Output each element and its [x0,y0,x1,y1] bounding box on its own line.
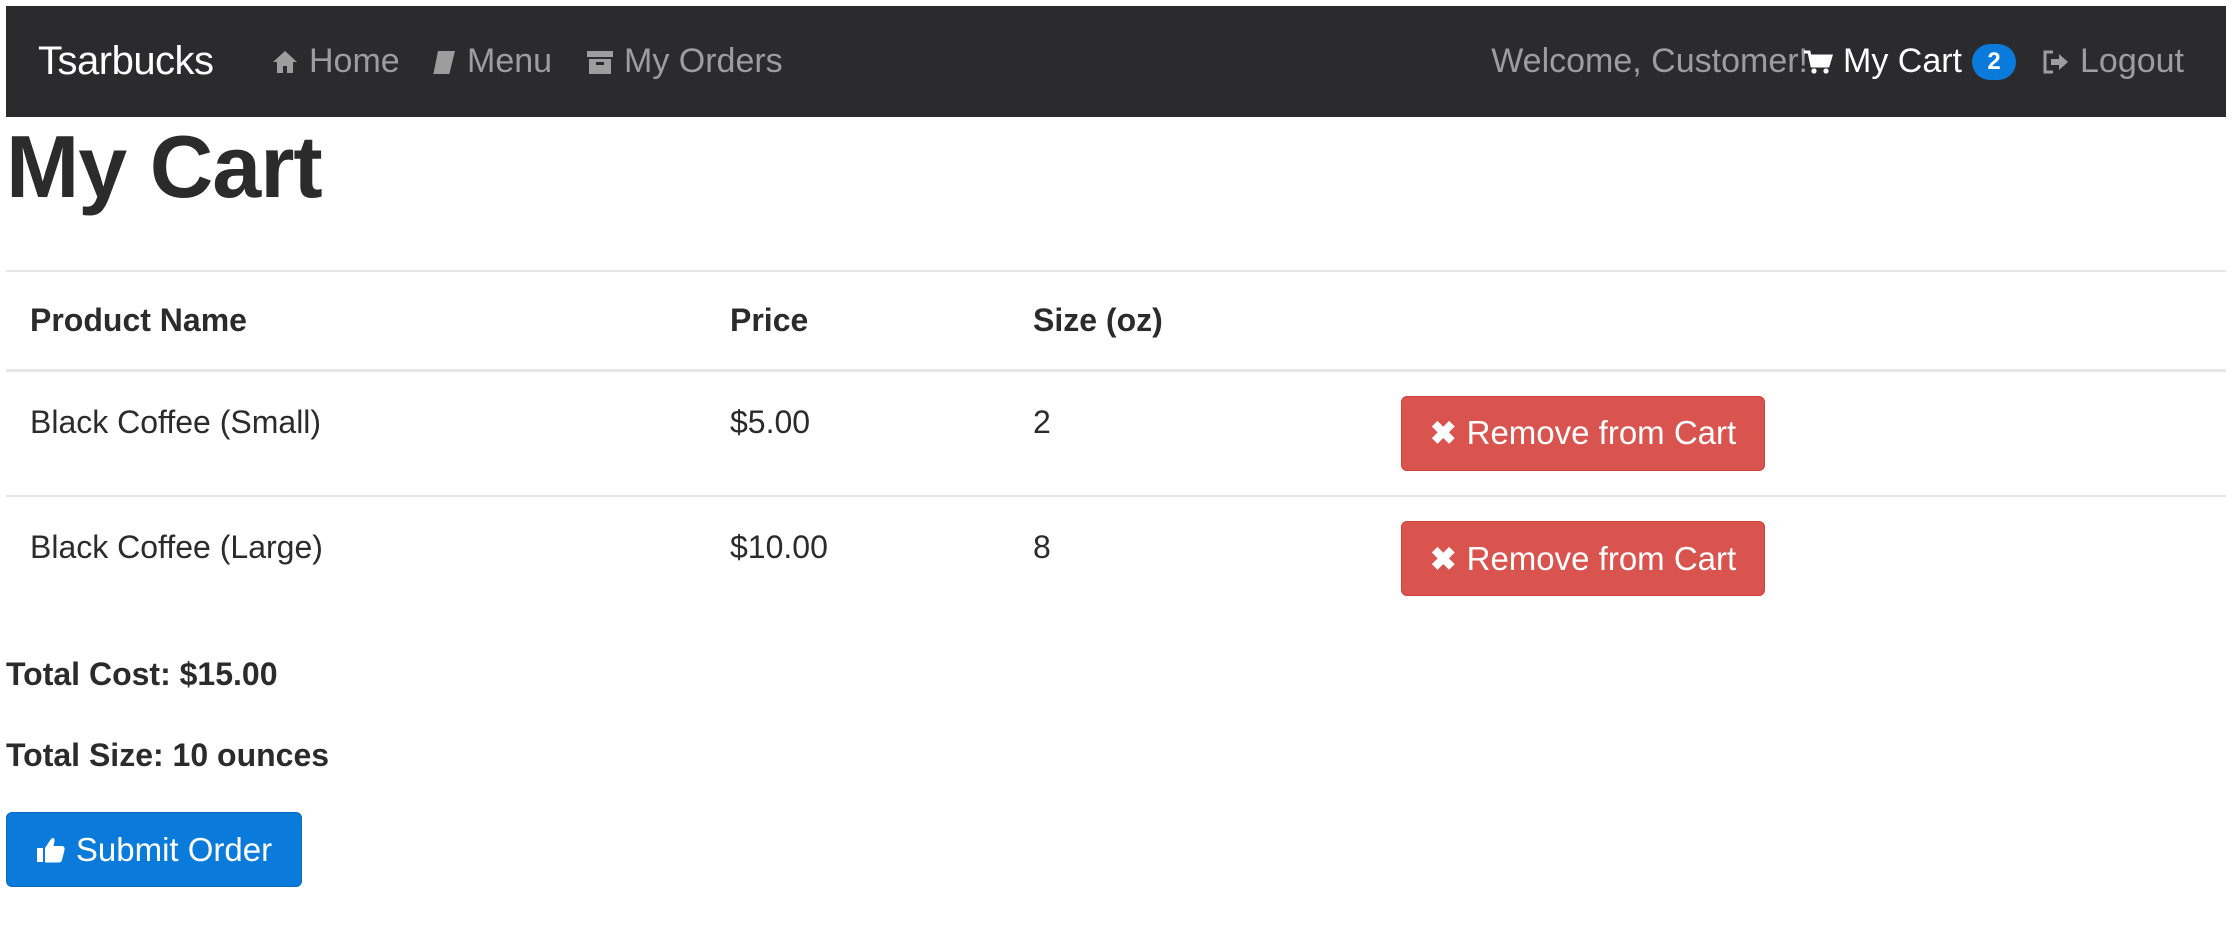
navbar: Tsarbucks Home Menu My Orders Welcome, C… [6,6,2226,117]
submit-order-button[interactable]: Submit Order [6,812,302,887]
size-cell: 2 [1009,370,1377,497]
action-cell: ✖ Remove from Cart [1377,370,2226,497]
nav-menu[interactable]: Menu [431,6,552,117]
product-name-cell: Black Coffee (Large) [30,529,323,565]
nav-logout-label: Logout [2080,42,2184,80]
nav-my-orders[interactable]: My Orders [586,6,783,117]
close-icon: ✖ [1429,415,1457,451]
column-header-actions [1377,270,2226,372]
nav-my-cart-label: My Cart [1843,42,1962,80]
price-cell: $10.00 [730,529,828,565]
remove-from-cart-label: Remove from Cart [1466,539,1737,577]
size-cell: 8 [1033,529,1051,565]
column-header-size: Size (oz) [1009,270,1377,372]
remove-from-cart-button[interactable]: ✖ Remove from Cart [1401,521,1765,596]
remove-from-cart-button[interactable]: ✖ Remove from Cart [1401,395,1765,471]
remove-from-cart-label: Remove from Cart [1466,414,1737,451]
product-name-cell: Black Coffee (Small) [6,370,706,497]
table-row: Black Coffee (Large) $10.00 8 ✖ Remove f… [6,496,2226,622]
page-title: My Cart [6,117,323,216]
nav-my-orders-label: My Orders [624,42,783,80]
archive-box-icon [586,49,614,75]
cart-table: Product Name Price Size (oz) Black Coffe… [6,270,2226,622]
thumbs-up-icon [36,836,66,864]
price-cell: $5.00 [706,370,1009,497]
table-row: Black Coffee (Small) $5.00 2 ✖ Remove fr… [6,370,2226,497]
nav-logout[interactable]: Logout [2042,6,2184,117]
column-header-price: Price [706,270,1009,372]
close-icon: ✖ [1429,540,1457,577]
cart-count-badge: 2 [1972,43,2016,80]
brand-logo[interactable]: Tsarbucks [38,6,214,117]
total-size: Total Size: 10 ounces [6,737,330,773]
nav-menu-label: Menu [467,42,553,80]
action-cell: ✖ Remove from Cart [1377,496,2226,622]
welcome-message: Welcome, Customer! [1491,42,1808,80]
book-icon [431,49,457,75]
logout-icon [2042,49,2070,75]
shopping-cart-icon [1803,49,1833,75]
table-header-row: Product Name Price Size (oz) [6,270,2226,372]
submit-order-label: Submit Order [75,830,273,868]
total-cost: Total Cost: $15.00 [6,656,278,692]
home-icon [271,49,299,75]
nav-my-cart[interactable]: My Cart 2 [1803,6,2016,117]
column-header-product-name: Product Name [6,270,706,372]
nav-home[interactable]: Home [271,6,400,117]
nav-home-label: Home [309,42,400,80]
page: Tsarbucks Home Menu My Orders Welcome, C… [0,0,2232,930]
